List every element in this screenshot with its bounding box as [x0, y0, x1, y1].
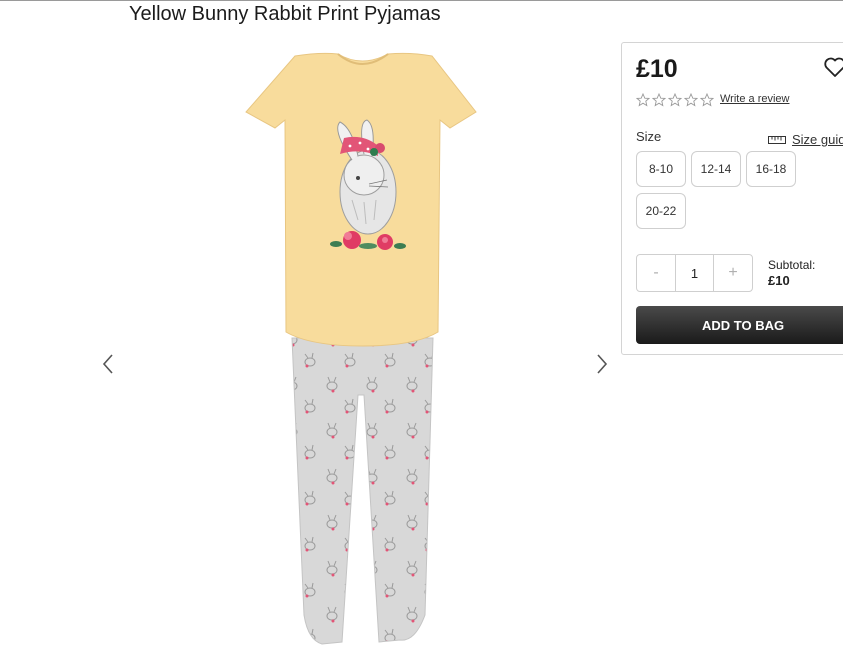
heart-icon[interactable] — [823, 56, 843, 78]
chevron-left-icon — [100, 352, 116, 376]
ruler-icon — [768, 135, 786, 145]
quantity-increment-button[interactable]: + — [714, 255, 752, 291]
size-label: Size — [636, 129, 662, 144]
product-image — [240, 50, 485, 650]
top-divider — [0, 0, 843, 1]
quantity-decrement-button[interactable]: - — [637, 255, 675, 291]
size-option-12-14[interactable]: 12-14 — [691, 151, 741, 187]
star-outline-icon — [652, 93, 667, 107]
star-outline-icon — [700, 93, 715, 107]
size-option-8-10[interactable]: 8-10 — [636, 151, 686, 187]
subtotal: Subtotal: £10 — [768, 258, 815, 288]
carousel-prev-button[interactable] — [100, 352, 116, 376]
size-guide-link[interactable]: Size guide — [768, 132, 843, 147]
quantity-input[interactable] — [675, 255, 714, 291]
subtotal-value: £10 — [768, 273, 790, 288]
add-to-bag-label: ADD TO BAG — [702, 317, 785, 333]
size-option-20-22[interactable]: 20-22 — [636, 193, 686, 229]
write-review-link[interactable]: Write a review — [720, 93, 789, 105]
rating-stars — [636, 93, 716, 107]
quantity-stepper: - + — [636, 254, 753, 292]
chevron-right-icon — [594, 352, 610, 376]
product-title: Yellow Bunny Rabbit Print Pyjamas — [129, 3, 441, 25]
size-guide-label: Size guide — [792, 132, 843, 147]
carousel-next-button[interactable] — [594, 352, 610, 376]
size-option-16-18[interactable]: 16-18 — [746, 151, 796, 187]
star-outline-icon — [684, 93, 699, 107]
product-price: £10 — [636, 55, 678, 83]
subtotal-label: Subtotal: — [768, 258, 816, 272]
add-to-bag-button[interactable]: ADD TO BAG — [636, 306, 843, 344]
purchase-panel: £10 Write a review Size Size guide 8-10 … — [621, 42, 843, 355]
star-outline-icon — [636, 93, 651, 107]
star-outline-icon — [668, 93, 683, 107]
